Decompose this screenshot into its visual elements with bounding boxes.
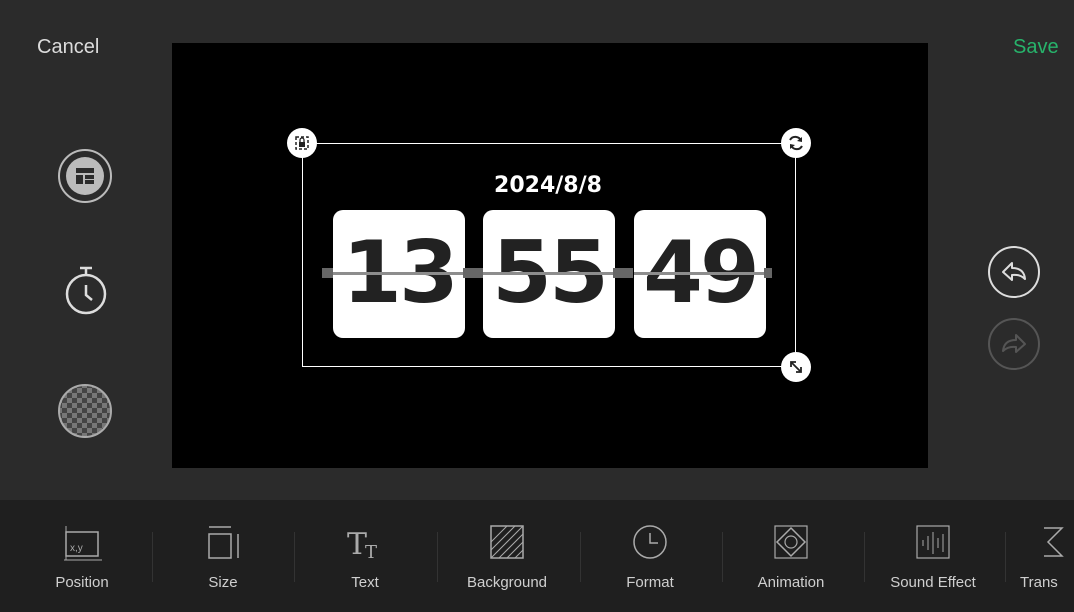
seconds-card: 49 [634,210,766,338]
cancel-button[interactable]: Cancel [37,36,99,59]
tool-size[interactable]: Size [163,520,283,600]
background-icon [490,525,524,559]
tool-label: Background [466,574,548,591]
minutes-card: 55 [483,210,615,338]
undo-icon[interactable] [987,245,1041,299]
timer-icon[interactable] [58,264,114,320]
tool-label: Animation [757,574,825,591]
separator [764,268,772,278]
resize-handle-icon[interactable] [781,352,811,382]
tool-label: Position [55,574,109,591]
divider [152,532,153,582]
card-divider [483,272,615,275]
lock-handle-icon[interactable] [287,128,317,158]
divider [294,532,295,582]
separator [613,268,633,278]
animation-icon [774,525,808,559]
svg-text:x,y: x,y [70,543,83,554]
tool-transition[interactable]: Trans [1014,520,1074,600]
rotate-handle-icon[interactable] [781,128,811,158]
size-icon [208,526,239,559]
template-icon[interactable] [57,148,113,204]
tool-label: Sound Effect [890,574,976,591]
divider [580,532,581,582]
divider [1005,532,1006,582]
redo-icon[interactable] [987,317,1041,371]
svg-text:T: T [365,542,377,563]
save-button[interactable]: Save [1013,36,1059,59]
tool-background[interactable]: Background [447,520,567,600]
hours-card: 13 [333,210,465,338]
transition-icon [1044,527,1064,557]
transparency-icon[interactable] [57,383,113,439]
tool-label: Trans [1020,574,1058,591]
tool-label: Format [626,574,674,591]
tool-format[interactable]: Format [590,520,710,600]
tool-label: Size [208,574,238,591]
sound-effect-icon [916,525,950,559]
svg-text:T: T [347,527,367,562]
tool-animation[interactable]: Animation [731,520,851,600]
tool-label: Text [351,574,379,591]
tool-sound-effect[interactable]: Sound Effect [873,520,993,600]
position-icon: x,y [64,526,102,561]
format-icon [633,525,667,559]
tool-position[interactable]: x,y Position [22,520,142,600]
divider [722,532,723,582]
tool-text[interactable]: TT Text [305,520,425,600]
divider [864,532,865,582]
clock-date: 2024/8/8 [494,173,602,198]
card-divider [333,272,465,275]
text-icon: TT [347,527,377,563]
separator [463,268,483,278]
card-divider [634,272,766,275]
divider [437,532,438,582]
